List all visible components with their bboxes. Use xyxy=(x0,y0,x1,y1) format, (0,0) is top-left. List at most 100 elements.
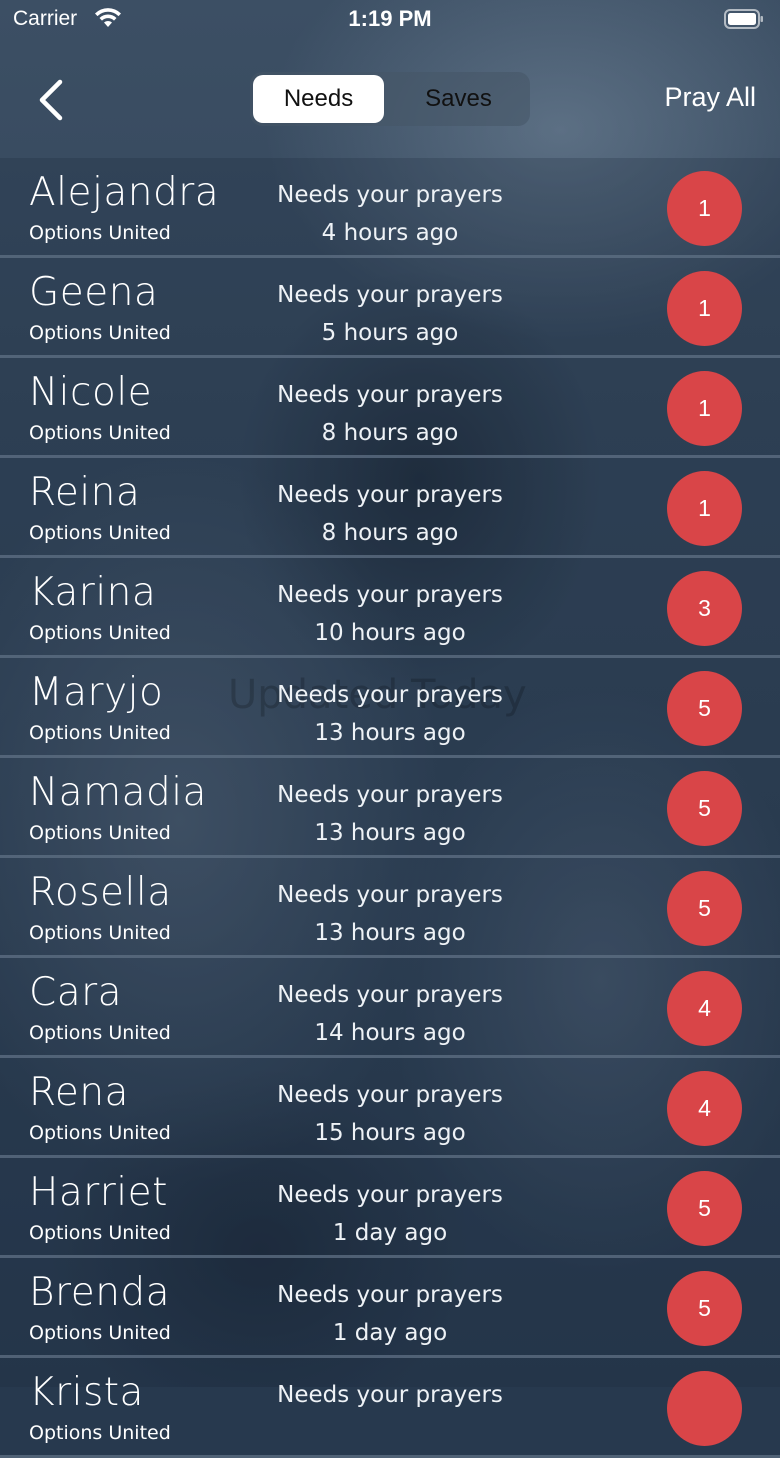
prayer-count-badge: 4 xyxy=(667,1071,742,1146)
person-name: Maryjo xyxy=(29,670,164,715)
list-item[interactable]: Namadia Options United Needs your prayer… xyxy=(0,758,780,858)
prayer-request-text: Needs your prayers 8 hours ago xyxy=(250,476,530,552)
organization-label: Options United xyxy=(29,322,171,344)
prayer-count-badge: 5 xyxy=(667,871,742,946)
list-item[interactable]: Harriet Options United Needs your prayer… xyxy=(0,1158,780,1258)
person-name: Namadia xyxy=(29,770,207,815)
organization-label: Options United xyxy=(29,222,171,244)
request-message: Needs your prayers xyxy=(277,1382,503,1408)
request-time: 8 hours ago xyxy=(321,420,459,446)
prayer-request-text: Needs your prayers 13 hours ago xyxy=(250,676,530,752)
request-message: Needs your prayers xyxy=(277,982,503,1008)
organization-label: Options United xyxy=(29,922,171,944)
request-message: Needs your prayers xyxy=(277,682,503,708)
prayer-count-badge: 1 xyxy=(667,271,742,346)
navigation-bar: Needs Saves Pray All xyxy=(0,40,780,158)
request-time: 4 hours ago xyxy=(321,220,459,246)
request-message: Needs your prayers xyxy=(277,182,503,208)
organization-label: Options United xyxy=(29,1022,171,1044)
person-name: Reina xyxy=(29,470,141,515)
request-time: 13 hours ago xyxy=(314,820,466,846)
prayer-count-badge: 3 xyxy=(667,571,742,646)
list-item[interactable]: Reina Options United Needs your prayers … xyxy=(0,458,780,558)
prayer-count-badge: 1 xyxy=(667,371,742,446)
request-message: Needs your prayers xyxy=(277,482,503,508)
list-item[interactable]: Krista Options United Needs your prayers xyxy=(0,1358,780,1458)
request-time: 13 hours ago xyxy=(314,720,466,746)
prayer-request-text: Needs your prayers 13 hours ago xyxy=(250,876,530,952)
list-item[interactable]: Maryjo Options United Needs your prayers… xyxy=(0,658,780,758)
list-item[interactable]: Rosella Options United Needs your prayer… xyxy=(0,858,780,958)
organization-label: Options United xyxy=(29,422,171,444)
prayer-request-text: Needs your prayers 8 hours ago xyxy=(250,376,530,452)
prayer-count-badge: 1 xyxy=(667,471,742,546)
person-name: Alejandra xyxy=(29,170,220,215)
needs-saves-segmented-control: Needs Saves xyxy=(250,72,530,126)
person-name: Krista xyxy=(29,1370,144,1415)
person-name: Cara xyxy=(29,970,123,1015)
list-item[interactable]: Geena Options United Needs your prayers … xyxy=(0,258,780,358)
back-button[interactable] xyxy=(30,78,74,122)
list-item[interactable]: Rena Options United Needs your prayers 1… xyxy=(0,1058,780,1158)
list-item[interactable]: Cara Options United Needs your prayers 1… xyxy=(0,958,780,1058)
prayer-request-text: Needs your prayers 4 hours ago xyxy=(250,176,530,252)
chevron-left-icon xyxy=(39,79,63,121)
request-message: Needs your prayers xyxy=(277,882,503,908)
request-time: 1 day ago xyxy=(332,1220,448,1246)
person-name: Nicole xyxy=(29,370,153,415)
person-name: Karina xyxy=(29,570,157,615)
organization-label: Options United xyxy=(29,1222,171,1244)
request-time: 13 hours ago xyxy=(314,920,466,946)
request-time: 14 hours ago xyxy=(314,1020,466,1046)
request-message: Needs your prayers xyxy=(277,1082,503,1108)
prayer-count-badge: 5 xyxy=(667,1171,742,1246)
person-name: Geena xyxy=(29,270,159,315)
request-time: 5 hours ago xyxy=(321,320,459,346)
list-item[interactable]: Brenda Options United Needs your prayers… xyxy=(0,1258,780,1358)
organization-label: Options United xyxy=(29,622,171,644)
request-message: Needs your prayers xyxy=(277,282,503,308)
prayer-request-text: Needs your prayers 14 hours ago xyxy=(250,976,530,1052)
prayer-request-text: Needs your prayers 13 hours ago xyxy=(250,776,530,852)
prayer-count-badge: 1 xyxy=(667,171,742,246)
request-message: Needs your prayers xyxy=(277,1182,503,1208)
list-item[interactable]: Alejandra Options United Needs your pray… xyxy=(0,158,780,258)
prayer-needs-list: Alejandra Options United Needs your pray… xyxy=(0,158,780,1458)
organization-label: Options United xyxy=(29,1122,171,1144)
person-name: Harriet xyxy=(29,1170,168,1215)
request-time: 8 hours ago xyxy=(321,520,459,546)
prayer-count-badge: 5 xyxy=(667,771,742,846)
person-name: Rena xyxy=(29,1070,129,1115)
prayer-request-text: Needs your prayers xyxy=(250,1376,530,1414)
prayer-request-text: Needs your prayers 1 day ago xyxy=(250,1276,530,1352)
request-time: 15 hours ago xyxy=(314,1120,466,1146)
organization-label: Options United xyxy=(29,522,171,544)
list-item[interactable]: Karina Options United Needs your prayers… xyxy=(0,558,780,658)
tab-saves[interactable]: Saves xyxy=(390,75,527,123)
organization-label: Options United xyxy=(29,822,171,844)
prayer-count-badge xyxy=(667,1371,742,1446)
prayer-count-badge: 5 xyxy=(667,671,742,746)
organization-label: Options United xyxy=(29,1422,171,1444)
pray-all-button[interactable]: Pray All xyxy=(664,82,756,113)
request-message: Needs your prayers xyxy=(277,1282,503,1308)
organization-label: Options United xyxy=(29,722,171,744)
request-time: 10 hours ago xyxy=(314,620,466,646)
tab-needs[interactable]: Needs xyxy=(253,75,384,123)
battery-icon xyxy=(724,9,764,29)
list-item[interactable]: Nicole Options United Needs your prayers… xyxy=(0,358,780,458)
prayer-request-text: Needs your prayers 5 hours ago xyxy=(250,276,530,352)
prayer-request-text: Needs your prayers 1 day ago xyxy=(250,1176,530,1252)
request-message: Needs your prayers xyxy=(277,582,503,608)
clock: 1:19 PM xyxy=(348,6,432,31)
prayer-request-text: Needs your prayers 10 hours ago xyxy=(250,576,530,652)
prayer-count-badge: 4 xyxy=(667,971,742,1046)
status-bar: Carrier 1:19 PM xyxy=(0,0,780,40)
organization-label: Options United xyxy=(29,1322,171,1344)
person-name: Brenda xyxy=(29,1270,171,1315)
prayer-count-badge: 5 xyxy=(667,1271,742,1346)
request-message: Needs your prayers xyxy=(277,382,503,408)
prayer-request-text: Needs your prayers 15 hours ago xyxy=(250,1076,530,1152)
request-message: Needs your prayers xyxy=(277,782,503,808)
person-name: Rosella xyxy=(29,870,172,915)
